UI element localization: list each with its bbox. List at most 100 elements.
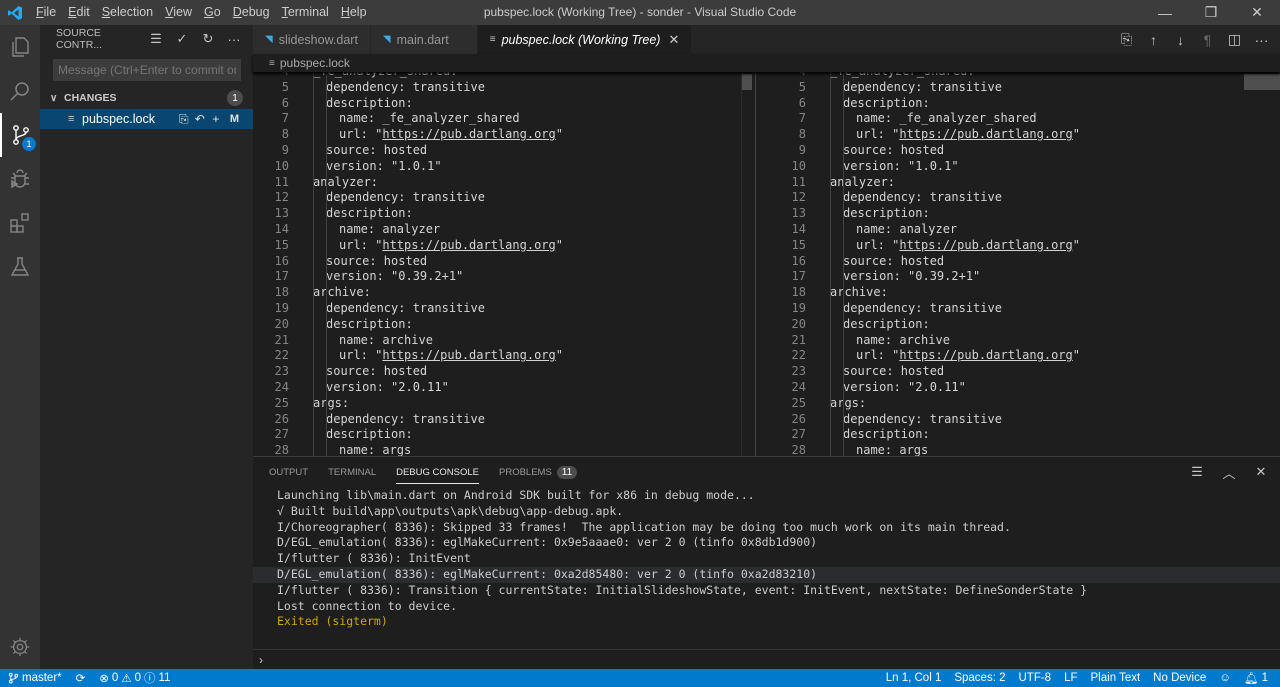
notifications-button[interactable]: 🔔︎ 1 — [1244, 671, 1268, 685]
menu-edit[interactable]: Edit — [62, 0, 96, 25]
changes-section-header[interactable]: ∨ CHANGES 1 — [40, 87, 253, 109]
sync-button[interactable]: ⟳ — [76, 671, 86, 685]
line-text: name: archive — [856, 332, 950, 347]
view-as-tree-button[interactable]: ☰ — [145, 28, 167, 50]
line-text: description: — [326, 316, 413, 331]
code-line: 21 name: archive — [253, 333, 563, 349]
code-line: 4_fe_analyzer_shared: — [770, 72, 1080, 80]
menu-go[interactable]: Go — [198, 0, 227, 25]
debug-console-input[interactable]: › — [253, 649, 1280, 669]
next-change-button[interactable]: ↓ — [1170, 29, 1191, 51]
stage-changes-icon[interactable]: + — [210, 112, 222, 126]
activity-settings[interactable] — [0, 625, 40, 669]
close-tab-icon[interactable]: ✕ — [668, 32, 679, 48]
more-actions-button[interactable]: ··· — [223, 28, 245, 50]
activity-search[interactable] — [0, 69, 40, 113]
line-number: 25 — [791, 395, 806, 410]
url-link[interactable]: https://pub.dartlang.org — [899, 238, 1072, 252]
discard-changes-icon[interactable]: ↶ — [194, 112, 206, 126]
source-control-badge: 1 — [22, 137, 36, 151]
activity-explorer[interactable] — [0, 25, 40, 69]
line-text: _fe_analyzer_shared: — [289, 72, 458, 80]
menu-selection[interactable]: Selection — [96, 0, 159, 25]
encoding[interactable]: UTF-8 — [1019, 672, 1052, 684]
line-text: dependency: transitive — [843, 79, 1002, 94]
code-line: 15 url: "https://pub.dartlang.org" — [253, 238, 563, 254]
line-number: 15 — [274, 237, 289, 252]
line-number: 9 — [798, 142, 806, 157]
close-window-button[interactable]: ✕ — [1234, 0, 1280, 25]
maximize-panel-button[interactable]: ︿ — [1218, 461, 1240, 483]
restore-button[interactable]: ❐ — [1188, 0, 1234, 25]
device-selector[interactable]: No Device — [1153, 672, 1206, 684]
url-link[interactable]: https://pub.dartlang.org — [382, 127, 555, 141]
menu-help[interactable]: Help — [335, 0, 373, 25]
toggle-whitespace-button[interactable]: ¶ — [1197, 29, 1218, 51]
more-actions-button[interactable]: ··· — [1251, 29, 1272, 51]
diff-modified-pane[interactable]: 4_fe_analyzer_shared:5 dependency: transi… — [755, 72, 1280, 456]
line-text: description: — [326, 95, 413, 110]
menu-view[interactable]: View — [159, 0, 198, 25]
line-number: 21 — [791, 332, 806, 347]
changed-file-name: pubspec.lock — [82, 112, 155, 126]
tab-main-dart[interactable]: ◥ main.dart — [370, 25, 478, 54]
panel-tab-debug-console[interactable]: DEBUG CONSOLE — [396, 461, 479, 484]
commit-button[interactable]: ✓ — [171, 28, 193, 50]
url-link[interactable]: https://pub.dartlang.org — [899, 127, 1072, 141]
previous-change-button[interactable]: ↑ — [1143, 29, 1164, 51]
code-line: 17 version: "0.39.2+1" — [770, 269, 1080, 285]
changed-file-item[interactable]: ≡ pubspec.lock ⎘ ↶ + M — [40, 109, 253, 129]
extensions-icon — [10, 213, 29, 233]
line-text: version: "1.0.1" — [843, 158, 959, 173]
url-link[interactable]: https://pub.dartlang.org — [899, 348, 1072, 362]
tab-pubspec-lock[interactable]: ≡ pubspec.lock (Working Tree) ✕ — [477, 25, 693, 54]
end-of-line[interactable]: LF — [1064, 672, 1077, 684]
split-editor-button[interactable]: ◫ — [1224, 29, 1245, 51]
problems-status[interactable]: ⊗ 0 ⚠ 0 ⓘ 11 — [99, 670, 170, 686]
activity-source-control[interactable]: 1 — [0, 113, 40, 157]
clear-console-button[interactable]: ☰ — [1186, 461, 1208, 483]
panel-tab-problems[interactable]: PROBLEMS 11 — [499, 461, 578, 483]
feedback-button[interactable]: ☺ — [1219, 672, 1231, 684]
panel-tab-output[interactable]: OUTPUT — [269, 461, 308, 483]
debug-icon — [11, 169, 29, 189]
code-line: 28 name: args — [253, 443, 563, 456]
line-number: 8 — [281, 127, 289, 142]
activity-extensions[interactable] — [0, 201, 40, 245]
line-text: version: "0.39.2+1" — [843, 269, 981, 284]
open-file-button[interactable]: ⎘ — [1116, 29, 1137, 51]
line-text: _fe_analyzer_shared: — [806, 72, 975, 80]
activity-debug[interactable] — [0, 157, 40, 201]
commit-message-input[interactable] — [53, 59, 241, 81]
menu-terminal[interactable]: Terminal — [276, 0, 335, 25]
activity-testing[interactable] — [0, 245, 40, 289]
close-panel-button[interactable]: ✕ — [1250, 461, 1272, 483]
git-branch-status[interactable]: master* — [8, 672, 62, 684]
line-number: 18 — [274, 285, 289, 300]
open-file-icon[interactable]: ⎘ — [178, 112, 190, 127]
menu-file[interactable]: File — [30, 0, 62, 25]
cursor-position[interactable]: Ln 1, Col 1 — [886, 672, 942, 684]
line-number: 7 — [798, 111, 806, 126]
menu-debug[interactable]: Debug — [227, 0, 276, 25]
minimize-button[interactable]: — — [1142, 0, 1188, 25]
refresh-button[interactable]: ↻ — [197, 28, 219, 50]
breadcrumb-file[interactable]: pubspec.lock — [280, 56, 350, 70]
flask-icon — [10, 257, 30, 276]
panel-tab-terminal[interactable]: TERMINAL — [328, 461, 376, 483]
url-link[interactable]: https://pub.dartlang.org — [382, 238, 555, 252]
gear-icon — [10, 637, 30, 657]
console-line: Lost connection to device. — [277, 598, 458, 613]
language-mode[interactable]: Plain Text — [1091, 672, 1141, 684]
url-link[interactable]: https://pub.dartlang.org — [382, 348, 555, 362]
tab-slideshow-dart[interactable]: ◥ slideshow.dart — [253, 25, 371, 54]
indentation[interactable]: Spaces: 2 — [954, 672, 1005, 684]
notification-count: 1 — [1261, 672, 1268, 684]
line-text: name: archive — [339, 332, 433, 347]
line-number: 25 — [274, 395, 289, 410]
scrollbar[interactable] — [741, 72, 755, 456]
info-count: 11 — [158, 672, 171, 684]
diff-original-pane[interactable]: 4_fe_analyzer_shared:5 dependency: transi… — [253, 72, 755, 456]
scrollbar[interactable] — [1244, 72, 1280, 456]
line-number: 21 — [274, 332, 289, 347]
